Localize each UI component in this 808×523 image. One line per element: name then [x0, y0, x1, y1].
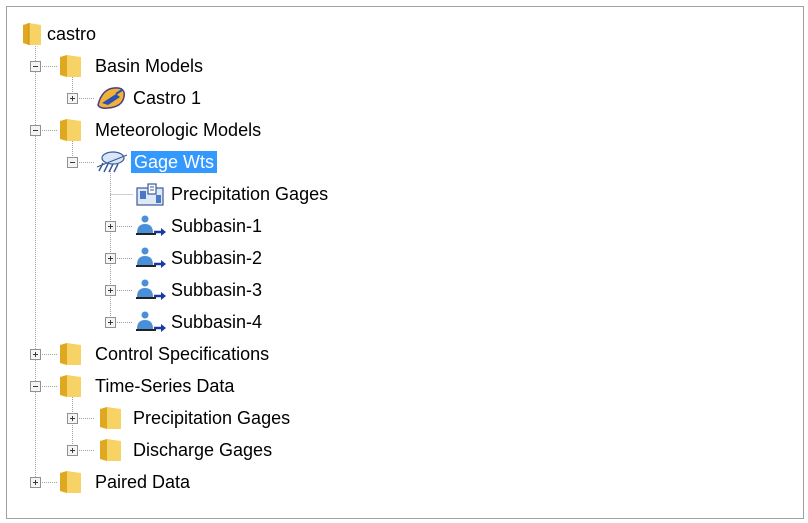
expand-toggle[interactable]: [105, 221, 116, 232]
tree-node-basin-models[interactable]: Basin Models: [56, 53, 206, 79]
expand-toggle[interactable]: [30, 477, 41, 488]
folder-icon: [60, 471, 81, 493]
folder-icon: [60, 375, 81, 397]
expand-toggle[interactable]: [105, 285, 116, 296]
folder-icon: [100, 407, 121, 429]
precipitation-gages-icon: [136, 183, 164, 206]
tree-node-label-selected: Gage Wts: [131, 151, 218, 173]
tree-node-paired-data[interactable]: Paired Data: [56, 469, 193, 495]
tree-node-label: Subbasin-1: [171, 216, 263, 236]
tree-node-gage-wts[interactable]: Gage Wts: [93, 149, 218, 175]
tree-node-label: Paired Data: [95, 472, 191, 492]
tree-node-label: Discharge Gages: [133, 440, 273, 460]
tree-node-castro-1[interactable]: Castro 1: [94, 85, 204, 111]
expand-toggle[interactable]: [105, 253, 116, 264]
tree-node-meteorologic-models[interactable]: Meteorologic Models: [56, 117, 264, 143]
collapse-toggle[interactable]: [30, 61, 41, 72]
tree-node-subbasin-3[interactable]: Subbasin-3: [132, 277, 265, 303]
folder-icon: [23, 23, 41, 45]
expand-toggle[interactable]: [67, 413, 78, 424]
tree-node-ts-discharge-gages[interactable]: Discharge Gages: [94, 437, 275, 463]
tree-node-control-specifications[interactable]: Control Specifications: [56, 341, 272, 367]
tree-node-label: Basin Models: [95, 56, 204, 76]
tree-node-label: Subbasin-3: [171, 280, 263, 300]
tree-node-label: Meteorologic Models: [95, 120, 262, 140]
collapse-toggle[interactable]: [30, 381, 41, 392]
expand-toggle[interactable]: [67, 93, 78, 104]
meteorologic-model-icon: [96, 151, 128, 173]
expand-toggle[interactable]: [30, 349, 41, 360]
collapse-toggle[interactable]: [67, 157, 78, 168]
tree-node-label: Subbasin-2: [171, 248, 263, 268]
tree-node-label: Time-Series Data: [95, 376, 235, 396]
folder-icon: [60, 343, 81, 365]
tree-node-ts-precipitation-gages[interactable]: Precipitation Gages: [94, 405, 293, 431]
expand-toggle[interactable]: [105, 317, 116, 328]
expand-toggle[interactable]: [67, 445, 78, 456]
subbasin-icon: [136, 247, 166, 268]
tree-node-label: Control Specifications: [95, 344, 270, 364]
tree-node-time-series-data[interactable]: Time-Series Data: [56, 373, 237, 399]
tree-node-castro[interactable]: castro: [20, 21, 99, 47]
tree-node-subbasin-4[interactable]: Subbasin-4: [132, 309, 265, 335]
subbasin-icon: [136, 279, 166, 300]
tree-node-label: Precipitation Gages: [133, 408, 291, 428]
tree-node-label: Subbasin-4: [171, 312, 263, 332]
folder-icon: [60, 55, 81, 77]
subbasin-icon: [136, 311, 166, 332]
tree-node-label: Castro 1: [133, 88, 202, 108]
tree-node-label: Precipitation Gages: [171, 184, 329, 204]
folder-icon: [100, 439, 121, 461]
tree-node-precipitation-gages[interactable]: Precipitation Gages: [134, 181, 331, 207]
basin-model-icon: [97, 87, 126, 109]
subbasin-icon: [136, 215, 166, 236]
tree-node-subbasin-2[interactable]: Subbasin-2: [132, 245, 265, 271]
tree-node-subbasin-1[interactable]: Subbasin-1: [132, 213, 265, 239]
tree-node-label: castro: [47, 24, 97, 44]
collapse-toggle[interactable]: [30, 125, 41, 136]
folder-icon: [60, 119, 81, 141]
